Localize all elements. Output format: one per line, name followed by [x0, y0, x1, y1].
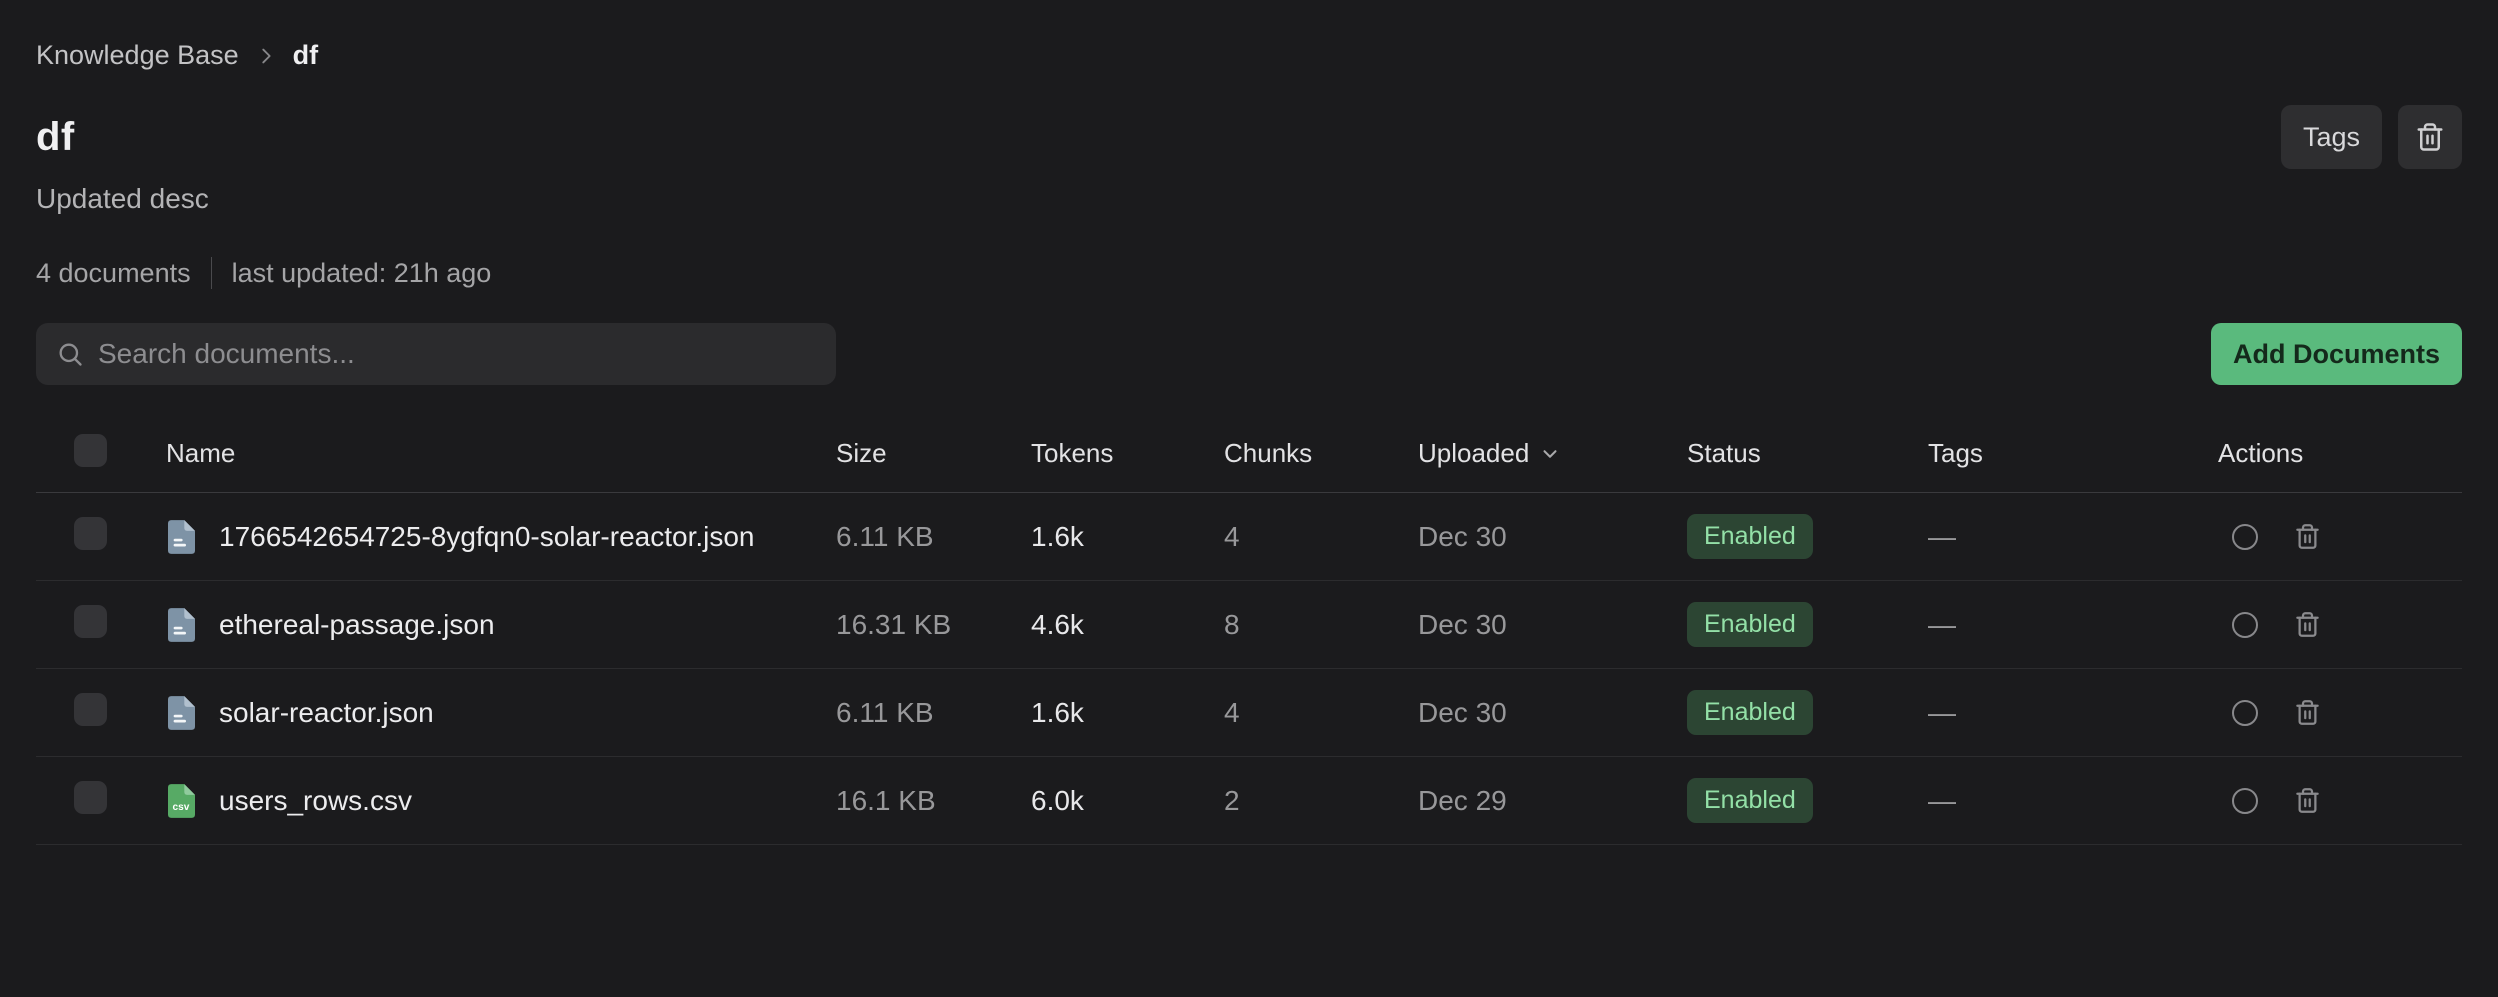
- document-uploaded: Dec 29: [1418, 785, 1687, 817]
- document-uploaded: Dec 30: [1418, 609, 1687, 641]
- status-badge: Enabled: [1687, 602, 1813, 647]
- document-tags: —: [1928, 521, 2218, 553]
- file-type-icon: csv: [168, 784, 195, 818]
- document-tags: —: [1928, 609, 2218, 641]
- tags-button[interactable]: Tags: [2281, 105, 2382, 169]
- document-tokens: 1.6k: [1031, 521, 1224, 553]
- document-count: 4 documents: [36, 258, 191, 289]
- documents-table: Name Size Tokens Chunks Uploaded Status …: [36, 415, 2462, 845]
- meta-divider: [211, 257, 212, 289]
- table-header: Name Size Tokens Chunks Uploaded Status …: [36, 415, 2462, 493]
- document-size: 16.31 KB: [836, 609, 1031, 641]
- document-chunks: 8: [1224, 609, 1418, 641]
- trash-icon: [2415, 122, 2445, 152]
- document-tokens: 4.6k: [1031, 609, 1224, 641]
- document-tags: —: [1928, 785, 2218, 817]
- delete-document-icon[interactable]: [2294, 523, 2321, 550]
- delete-document-icon[interactable]: [2294, 611, 2321, 638]
- csv-icon-label: csv: [173, 802, 190, 813]
- table-row[interactable]: csv solar-reactor.json 6.11 KB 1.6k 4 De…: [36, 669, 2462, 757]
- document-name[interactable]: users_rows.csv: [219, 785, 412, 817]
- header-actions: Tags: [2281, 105, 2462, 169]
- breadcrumb-current: df: [293, 40, 318, 71]
- column-header-name: Name: [166, 438, 836, 469]
- chevron-right-icon: [255, 45, 277, 67]
- document-size: 6.11 KB: [836, 521, 1031, 553]
- knowledge-base-page: Knowledge Base df df Tags Updated desc 4…: [0, 0, 2498, 997]
- search-icon: [56, 340, 84, 368]
- documents-toolbar: Add Documents: [36, 323, 2462, 385]
- delete-document-icon[interactable]: [2294, 699, 2321, 726]
- toggle-status-icon[interactable]: [2232, 612, 2258, 638]
- kb-description: Updated desc: [36, 183, 2462, 215]
- column-header-tags: Tags: [1928, 438, 2218, 469]
- status-badge: Enabled: [1687, 778, 1813, 823]
- toggle-status-icon[interactable]: [2232, 524, 2258, 550]
- row-checkbox[interactable]: [74, 693, 107, 726]
- document-tokens: 1.6k: [1031, 697, 1224, 729]
- table-row[interactable]: csv users_rows.csv 16.1 KB 6.0k 2 Dec 29…: [36, 757, 2462, 845]
- column-header-tokens: Tokens: [1031, 438, 1224, 469]
- document-size: 6.11 KB: [836, 697, 1031, 729]
- select-all-checkbox[interactable]: [74, 434, 107, 467]
- chevron-down-icon: [1539, 443, 1561, 465]
- document-uploaded: Dec 30: [1418, 521, 1687, 553]
- page-header: df Tags: [36, 105, 2462, 169]
- row-checkbox[interactable]: [74, 517, 107, 550]
- document-tags: —: [1928, 697, 2218, 729]
- status-badge: Enabled: [1687, 514, 1813, 559]
- column-header-uploaded[interactable]: Uploaded: [1418, 438, 1687, 469]
- document-size: 16.1 KB: [836, 785, 1031, 817]
- column-header-chunks: Chunks: [1224, 438, 1418, 469]
- document-name[interactable]: solar-reactor.json: [219, 697, 434, 729]
- document-tokens: 6.0k: [1031, 785, 1224, 817]
- search-input[interactable]: [98, 338, 816, 370]
- toggle-status-icon[interactable]: [2232, 788, 2258, 814]
- status-badge: Enabled: [1687, 690, 1813, 735]
- file-type-icon: csv: [168, 520, 195, 554]
- document-name[interactable]: ethereal-passage.json: [219, 609, 495, 641]
- column-header-status: Status: [1687, 438, 1928, 469]
- kb-meta: 4 documents last updated: 21h ago: [36, 257, 2462, 289]
- breadcrumb: Knowledge Base df: [36, 0, 2462, 71]
- document-chunks: 4: [1224, 697, 1418, 729]
- file-type-icon: csv: [168, 608, 195, 642]
- document-chunks: 4: [1224, 521, 1418, 553]
- document-uploaded: Dec 30: [1418, 697, 1687, 729]
- breadcrumb-root-link[interactable]: Knowledge Base: [36, 40, 239, 71]
- table-row[interactable]: csv 1766542654725-8ygfqn0-solar-reactor.…: [36, 493, 2462, 581]
- row-checkbox[interactable]: [74, 605, 107, 638]
- column-header-size: Size: [836, 438, 1031, 469]
- table-body: csv 1766542654725-8ygfqn0-solar-reactor.…: [36, 493, 2462, 845]
- delete-knowledge-base-button[interactable]: [2398, 105, 2462, 169]
- document-name[interactable]: 1766542654725-8ygfqn0-solar-reactor.json: [219, 521, 755, 553]
- page-title: df: [36, 115, 75, 160]
- search-box: [36, 323, 836, 385]
- row-checkbox[interactable]: [74, 781, 107, 814]
- column-header-actions: Actions: [2218, 438, 2462, 469]
- add-documents-button[interactable]: Add Documents: [2211, 323, 2462, 385]
- file-type-icon: csv: [168, 696, 195, 730]
- uploaded-label: Uploaded: [1418, 438, 1529, 469]
- delete-document-icon[interactable]: [2294, 787, 2321, 814]
- toggle-status-icon[interactable]: [2232, 700, 2258, 726]
- last-updated: last updated: 21h ago: [232, 258, 492, 289]
- document-chunks: 2: [1224, 785, 1418, 817]
- table-row[interactable]: csv ethereal-passage.json 16.31 KB 4.6k …: [36, 581, 2462, 669]
